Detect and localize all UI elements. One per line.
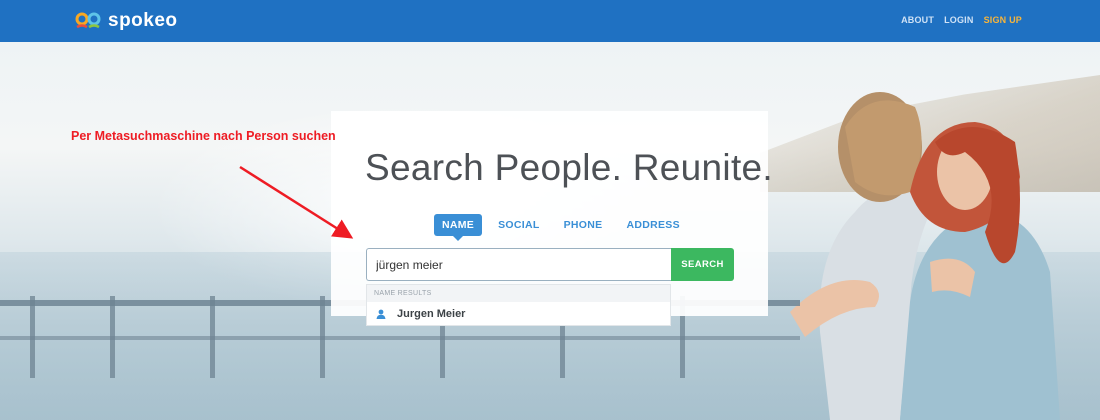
result-name: Jurgen Meier bbox=[397, 308, 466, 320]
search-input[interactable] bbox=[366, 248, 671, 281]
railing-post bbox=[210, 296, 215, 378]
logo-text: spokeo bbox=[108, 10, 178, 31]
person-icon bbox=[376, 309, 386, 319]
autocomplete-dropdown: NAME RESULTS Jurgen Meier bbox=[366, 284, 671, 326]
tab-address[interactable]: ADDRESS bbox=[626, 219, 679, 231]
railing-post bbox=[320, 296, 325, 378]
dropdown-result-item[interactable]: Jurgen Meier bbox=[367, 302, 670, 326]
annotation-text: Per Metasuchmaschine nach Person suchen bbox=[71, 129, 336, 143]
nav-about-link[interactable]: ABOUT bbox=[901, 15, 934, 25]
spokeo-logo[interactable]: spokeo bbox=[75, 11, 178, 31]
nav-signup-link[interactable]: SIGN UP bbox=[984, 15, 1022, 25]
hugging-women-photo bbox=[790, 92, 1060, 420]
logo-mark-icon bbox=[75, 12, 101, 29]
dropdown-header: NAME RESULTS bbox=[367, 285, 670, 302]
tab-social[interactable]: SOCIAL bbox=[498, 219, 539, 231]
tab-name[interactable]: NAME bbox=[434, 214, 483, 241]
page-headline: Search People. Reunite. bbox=[365, 147, 773, 188]
top-navigation-bar: spokeo ABOUT LOGIN SIGN UP bbox=[0, 0, 1100, 42]
railing-post bbox=[30, 296, 35, 378]
railing-post bbox=[110, 296, 115, 378]
search-button[interactable]: SEARCH bbox=[671, 248, 734, 281]
header-nav: ABOUT LOGIN SIGN UP bbox=[901, 15, 1022, 25]
nav-login-link[interactable]: LOGIN bbox=[944, 15, 974, 25]
search-type-tabs: NAME SOCIAL PHONE ADDRESS bbox=[434, 214, 704, 241]
tab-phone[interactable]: PHONE bbox=[564, 219, 603, 231]
